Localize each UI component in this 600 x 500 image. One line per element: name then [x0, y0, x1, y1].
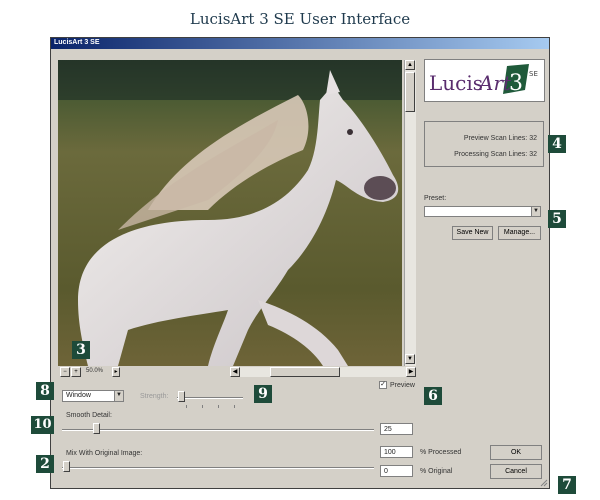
image-preview[interactable] [58, 60, 402, 366]
zoom-out-button[interactable]: − [60, 367, 70, 377]
mode-value: Window [66, 392, 91, 399]
scroll-right-button[interactable]: ▶ [406, 367, 416, 377]
strength-tick [234, 405, 235, 408]
strength-tick [186, 405, 187, 408]
lucisart-logo: Lucis Art 3 SE [424, 59, 545, 102]
logo-text-art: Art [477, 71, 512, 95]
mode-select[interactable]: Window ▼ [62, 390, 124, 402]
callout-badge-7: 7 [558, 476, 576, 494]
zoom-in-button[interactable]: + [71, 367, 81, 377]
horse-image [58, 60, 402, 366]
logo-graphic: Lucis Art 3 SE [429, 64, 538, 96]
manage-button[interactable]: Manage... [498, 226, 541, 240]
mix-label: Mix With Original Image: [66, 450, 143, 457]
processed-label: % Processed [420, 449, 462, 456]
preview-scan-label: Preview Scan Lines: [463, 135, 528, 142]
logo-sup: SE [529, 70, 538, 78]
preset-label: Preset: [424, 195, 447, 202]
page-heading: LucisArt 3 SE User Interface [189, 10, 411, 28]
strength-tick [218, 405, 219, 408]
window-title: LucisArt 3 SE [54, 39, 100, 46]
ok-button[interactable]: OK [490, 445, 542, 460]
callout-badge-3: 3 [72, 341, 90, 359]
callout-badge-9: 9 [254, 385, 272, 403]
callout-badge-2: 2 [36, 455, 54, 473]
strength-label: Strength: [140, 393, 169, 400]
processing-scan-value: 32 [529, 151, 537, 158]
original-input[interactable]: 0 [380, 465, 413, 477]
callout-badge-10: 10 [31, 416, 54, 434]
scroll-left-button[interactable]: ◀ [230, 367, 240, 377]
smooth-detail-track[interactable] [62, 429, 374, 431]
cancel-button[interactable]: Cancel [490, 464, 542, 479]
logo-text-lucis: Lucis [429, 71, 483, 95]
save-new-button[interactable]: Save New [452, 226, 493, 240]
chevron-down-icon[interactable]: ▼ [531, 207, 540, 216]
mix-track[interactable] [62, 467, 374, 469]
resize-grip-icon[interactable] [540, 479, 548, 487]
smooth-detail-input[interactable]: 25 [380, 423, 413, 435]
scroll-vertical-thumb[interactable] [405, 72, 415, 112]
smooth-detail-label: Smooth Detail: [66, 412, 112, 419]
callout-badge-4: 4 [548, 135, 566, 153]
scan-lines-panel: Preview Scan Lines: 32 Processing Scan L… [424, 121, 544, 167]
preset-select[interactable]: ▼ [424, 206, 541, 217]
scroll-horizontal-thumb[interactable] [270, 367, 340, 377]
preview-scan-lines: Preview Scan Lines: 32 [464, 135, 537, 142]
processed-input[interactable]: 100 [380, 446, 413, 458]
mix-slider-knob[interactable] [63, 461, 70, 472]
zoom-menu-button[interactable]: ▸ [112, 367, 120, 377]
preview-vertical-scrollbar[interactable]: ▲ ▼ [404, 60, 416, 366]
callout-badge-8: 8 [36, 382, 54, 400]
processing-scan-label: Processing Scan Lines: [454, 151, 528, 158]
strength-track[interactable] [177, 397, 243, 399]
preview-horizontal-scrollbar[interactable]: ◀ ▶ [230, 367, 416, 377]
callout-badge-6: 6 [424, 387, 442, 405]
chevron-down-icon[interactable]: ▼ [114, 391, 123, 401]
callout-badge-5: 5 [548, 210, 566, 228]
strength-tick [202, 405, 203, 408]
processing-scan-lines: Processing Scan Lines: 32 [454, 151, 537, 158]
smooth-detail-slider-knob[interactable] [93, 423, 100, 434]
scroll-up-button[interactable]: ▲ [405, 60, 415, 70]
zoom-level: 50.0% [86, 368, 104, 374]
strength-slider-knob[interactable] [178, 391, 185, 402]
original-label: % Original [420, 468, 453, 475]
preview-scan-value: 32 [529, 135, 537, 142]
preview-checkbox-label: Preview [390, 382, 415, 389]
window-titlebar[interactable]: LucisArt 3 SE [51, 38, 549, 49]
logo-number: 3 [509, 71, 523, 96]
scroll-down-button[interactable]: ▼ [405, 354, 415, 364]
preview-checkbox[interactable]: ✓ [379, 381, 387, 389]
